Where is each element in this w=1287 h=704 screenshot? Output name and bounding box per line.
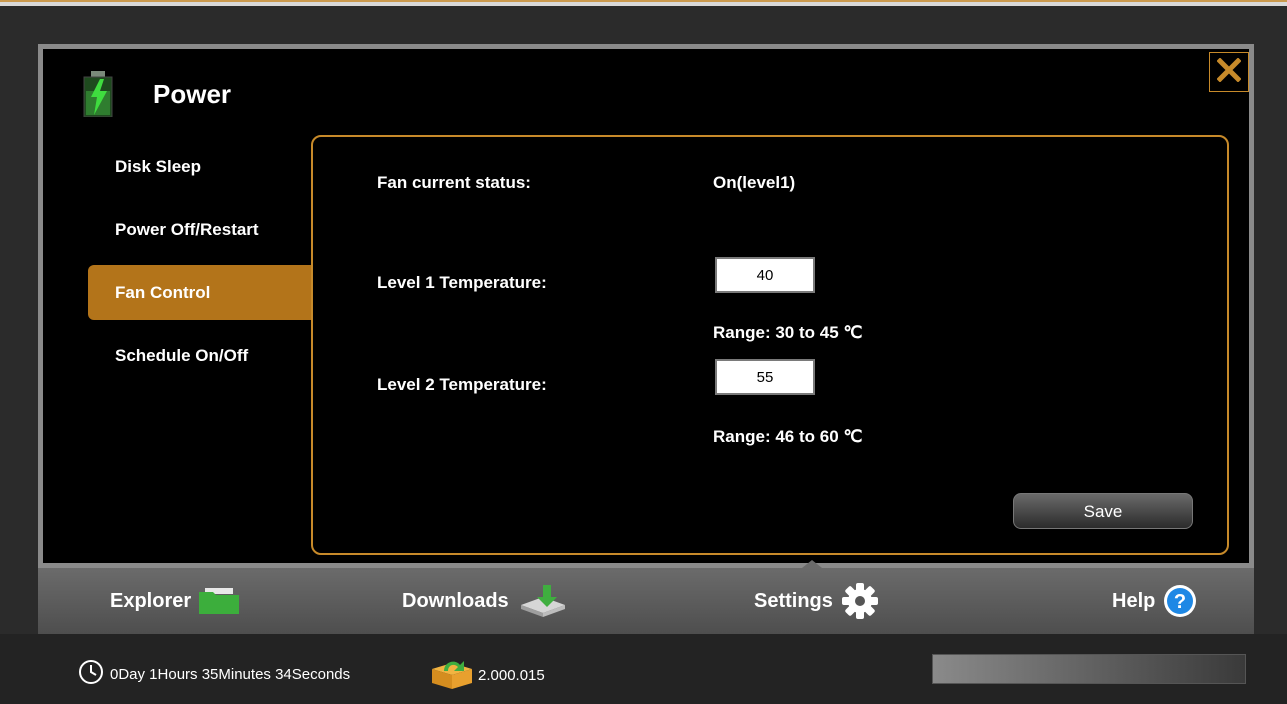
tab-label: Explorer <box>110 589 192 612</box>
active-tab-pointer <box>802 560 822 568</box>
status-bar: 0Day 1Hours 35Minutes 34Seconds 2.000.01… <box>0 634 1287 704</box>
level1-temperature-label: Level 1 Temperature: <box>377 273 547 292</box>
status-progress-bar <box>932 654 1246 684</box>
download-drive-icon <box>517 583 569 619</box>
tab-label: Help <box>1112 589 1156 612</box>
level2-temperature-input[interactable] <box>715 359 815 395</box>
clock-icon <box>78 659 104 689</box>
sidebar-item-label: Disk Sleep <box>115 156 201 176</box>
sidebar-item-label: Schedule On/Off <box>115 345 249 365</box>
svg-text:?: ? <box>1174 591 1186 613</box>
window-top-accent <box>0 0 1287 2</box>
tab-label: Settings <box>754 589 833 612</box>
dialog-header: Power <box>83 71 232 118</box>
tab-downloads[interactable]: Downloads <box>402 568 569 634</box>
sidebar-item-label: Power Off/Restart <box>115 219 259 239</box>
help-icon: ? <box>1163 584 1197 618</box>
level2-range-text: Range: 46 to 60 ℃ <box>713 427 863 446</box>
dialog-title: Power <box>153 78 232 109</box>
level2-temperature-label: Level 2 Temperature: <box>377 375 547 394</box>
close-icon <box>1216 56 1242 87</box>
level1-range-text: Range: 30 to 45 ℃ <box>713 323 863 342</box>
close-button[interactable] <box>1209 52 1249 92</box>
tab-settings[interactable]: Settings <box>754 568 879 634</box>
version-display: 2.000.015 <box>430 657 545 693</box>
uptime-display: 0Day 1Hours 35Minutes 34Seconds <box>78 659 350 689</box>
bottom-nav-bar: Explorer Downloads Settings Help ? <box>38 560 1254 634</box>
save-button[interactable]: Save <box>1013 493 1193 529</box>
uptime-text: 0Day 1Hours 35Minutes 34Seconds <box>110 665 351 683</box>
level1-temperature-input[interactable] <box>715 257 815 293</box>
power-dialog: Power Disk Sleep Power Off/Restart Fan C… <box>38 44 1254 568</box>
tab-label: Downloads <box>402 589 509 612</box>
tab-help[interactable]: Help ? <box>1112 568 1197 634</box>
fan-status-value: On(level1) <box>713 173 796 192</box>
folder-icon <box>199 588 240 614</box>
fan-status-label: Fan current status: <box>377 173 531 192</box>
gear-icon <box>841 582 879 620</box>
tab-explorer[interactable]: Explorer <box>110 568 240 634</box>
battery-power-icon <box>83 71 113 118</box>
fan-control-panel: Fan current status: On(level1) Level 1 T… <box>311 135 1229 555</box>
progress-fill <box>933 655 1245 683</box>
sidebar-item-label: Fan Control <box>115 282 211 302</box>
version-text: 2.000.015 <box>478 666 545 684</box>
update-box-icon <box>430 657 474 693</box>
